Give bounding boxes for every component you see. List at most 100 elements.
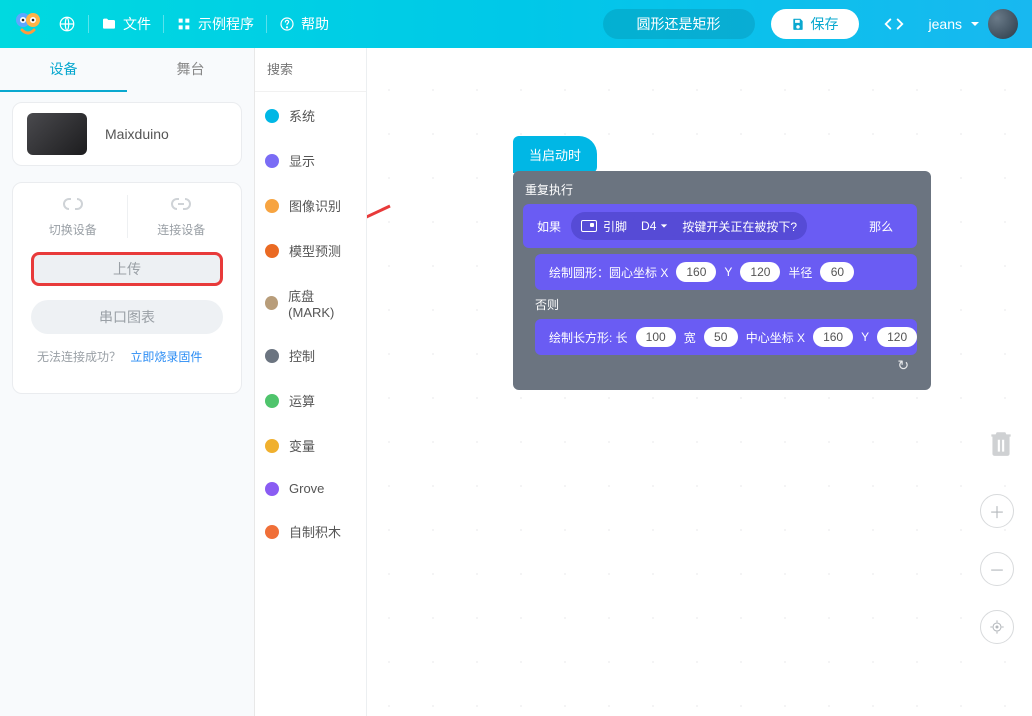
tab-device[interactable]: 设备 [0, 48, 127, 92]
trash-icon [988, 428, 1014, 458]
category-dot [265, 199, 279, 213]
category-item[interactable]: 显示 [265, 151, 356, 170]
category-dot [265, 244, 279, 258]
center-label: 中心坐标 X [746, 329, 805, 346]
category-dot [265, 439, 279, 453]
if-label: 如果 [537, 218, 561, 235]
zoom-in-button[interactable]: ＋ [980, 494, 1014, 528]
category-item[interactable]: 运算 [265, 391, 356, 410]
radius-label: 半径 [788, 264, 812, 281]
device-thumb [27, 113, 87, 155]
circle-x[interactable]: 160 [676, 262, 716, 282]
category-palette: 系统显示图像识别模型预测底盘(MARK) 控制运算变量 Grove 自制积木 [255, 48, 367, 716]
connect-device-button[interactable]: 连接设备 [128, 195, 236, 238]
zoom-out-button[interactable]: － [980, 552, 1014, 586]
category-dot [265, 482, 279, 496]
menu-file-label: 文件 [123, 14, 151, 34]
category-dot [265, 154, 279, 168]
menu-examples-label: 示例程序 [198, 14, 254, 34]
category-dot [265, 109, 279, 123]
rh-label: 宽 [684, 329, 696, 346]
recenter-button[interactable] [980, 610, 1014, 644]
category-dot [265, 296, 278, 310]
category-item[interactable]: 图像识别 [265, 196, 356, 215]
block-stack[interactable]: 当启动时 重复执行 如果 引脚 D4 按键开关正在被按下? 那么 [513, 136, 931, 390]
device-name: Maixduino [105, 126, 169, 142]
burn-firmware-link[interactable]: 立即烧录固件 [130, 350, 202, 364]
block-start[interactable]: 当启动时 [513, 136, 597, 173]
menu-file[interactable]: 文件 [101, 14, 151, 34]
tab-stage[interactable]: 舞台 [127, 48, 254, 92]
block-canvas[interactable]: 当启动时 重复执行 如果 引脚 D4 按键开关正在被按下? 那么 [367, 48, 1032, 716]
link-icon [168, 195, 194, 215]
device-card[interactable]: Maixduino [12, 102, 242, 166]
category-item[interactable]: 控制 [265, 346, 356, 365]
category-label: 图像识别 [289, 196, 341, 215]
category-dot [265, 349, 279, 363]
category-label: 变量 [289, 436, 315, 455]
circle-r[interactable]: 60 [820, 262, 854, 282]
serial-chart-button[interactable]: 串口图表 [31, 300, 223, 334]
circle-y[interactable]: 120 [740, 262, 780, 282]
block-draw-circle[interactable]: 绘制圆形：圆心坐标 X 160 Y 120 半径 60 [535, 254, 917, 290]
category-item[interactable]: 变量 [265, 436, 356, 455]
category-label: 底盘(MARK) [288, 286, 356, 320]
draw-circle-label: 绘制圆形：圆心坐标 X [549, 264, 668, 281]
sidebar: 设备 舞台 Maixduino 切换设备 连接设备 [0, 48, 255, 716]
then-label: 那么 [869, 218, 903, 235]
username: jeans [929, 16, 962, 32]
ry-label: Y [861, 330, 869, 344]
pin-label: 引脚 [603, 218, 627, 235]
category-dot [265, 394, 279, 408]
menu-examples[interactable]: 示例程序 [176, 14, 254, 34]
rect-w[interactable]: 100 [636, 327, 676, 347]
minus-icon: － [989, 557, 1005, 581]
category-dot [265, 525, 279, 539]
annotation-arrow [367, 196, 410, 306]
category-item[interactable]: 底盘(MARK) [265, 286, 356, 320]
code-icon[interactable] [883, 13, 905, 35]
search-row [255, 48, 366, 92]
device-actions: 切换设备 连接设备 上传 串口图表 无法连接成功？ 立即烧录固件 [12, 182, 242, 394]
switch-icon [60, 195, 86, 215]
category-item[interactable]: Grove [265, 481, 356, 496]
pin-dropdown[interactable]: D4 [633, 216, 676, 236]
pressed-label: 按键开关正在被按下? [682, 218, 797, 235]
cy-label: Y [724, 265, 732, 279]
hint-text: 无法连接成功？ [37, 350, 121, 364]
rect-y[interactable]: 120 [877, 327, 917, 347]
pin-icon [581, 220, 597, 232]
connect-device-label: 连接设备 [157, 221, 205, 238]
globe-icon[interactable] [58, 15, 76, 33]
category-label: 显示 [289, 151, 315, 170]
block-repeat[interactable]: 重复执行 如果 引脚 D4 按键开关正在被按下? 那么 绘 [513, 171, 931, 390]
category-item[interactable]: 自制积木 [265, 522, 356, 541]
else-label: 否则 [523, 292, 917, 319]
draw-rect-label: 绘制长方形: 长 [549, 329, 628, 346]
block-if[interactable]: 如果 引脚 D4 按键开关正在被按下? 那么 [523, 204, 917, 248]
category-item[interactable]: 系统 [265, 106, 356, 125]
condition-pressed[interactable]: 引脚 D4 按键开关正在被按下? [571, 212, 807, 240]
chevron-down-icon [660, 222, 668, 230]
plus-icon: ＋ [989, 499, 1005, 523]
block-draw-rect[interactable]: 绘制长方形: 长 100 宽 50 中心坐标 X 160 Y 120 [535, 319, 917, 355]
rect-x[interactable]: 160 [813, 327, 853, 347]
menu-help-label: 帮助 [301, 14, 329, 34]
save-button[interactable]: 保存 [771, 9, 859, 39]
repeat-label: 重复执行 [523, 177, 917, 204]
target-icon [989, 619, 1005, 635]
upload-button[interactable]: 上传 [31, 252, 223, 286]
switch-device-button[interactable]: 切换设备 [19, 195, 127, 238]
project-name[interactable]: 圆形还是矩形 [603, 9, 755, 39]
switch-device-label: 切换设备 [49, 221, 97, 238]
chevron-down-icon [970, 19, 980, 29]
rect-h[interactable]: 50 [704, 327, 738, 347]
save-label: 保存 [811, 14, 839, 34]
menu-help[interactable]: 帮助 [279, 14, 329, 34]
top-bar: 文件 示例程序 帮助 圆形还是矩形 保存 jeans [0, 0, 1032, 48]
category-label: Grove [289, 481, 324, 496]
user-menu[interactable]: jeans [929, 9, 1018, 39]
trash-button[interactable] [988, 428, 1014, 458]
category-label: 运算 [289, 391, 315, 410]
category-item[interactable]: 模型预测 [265, 241, 356, 260]
